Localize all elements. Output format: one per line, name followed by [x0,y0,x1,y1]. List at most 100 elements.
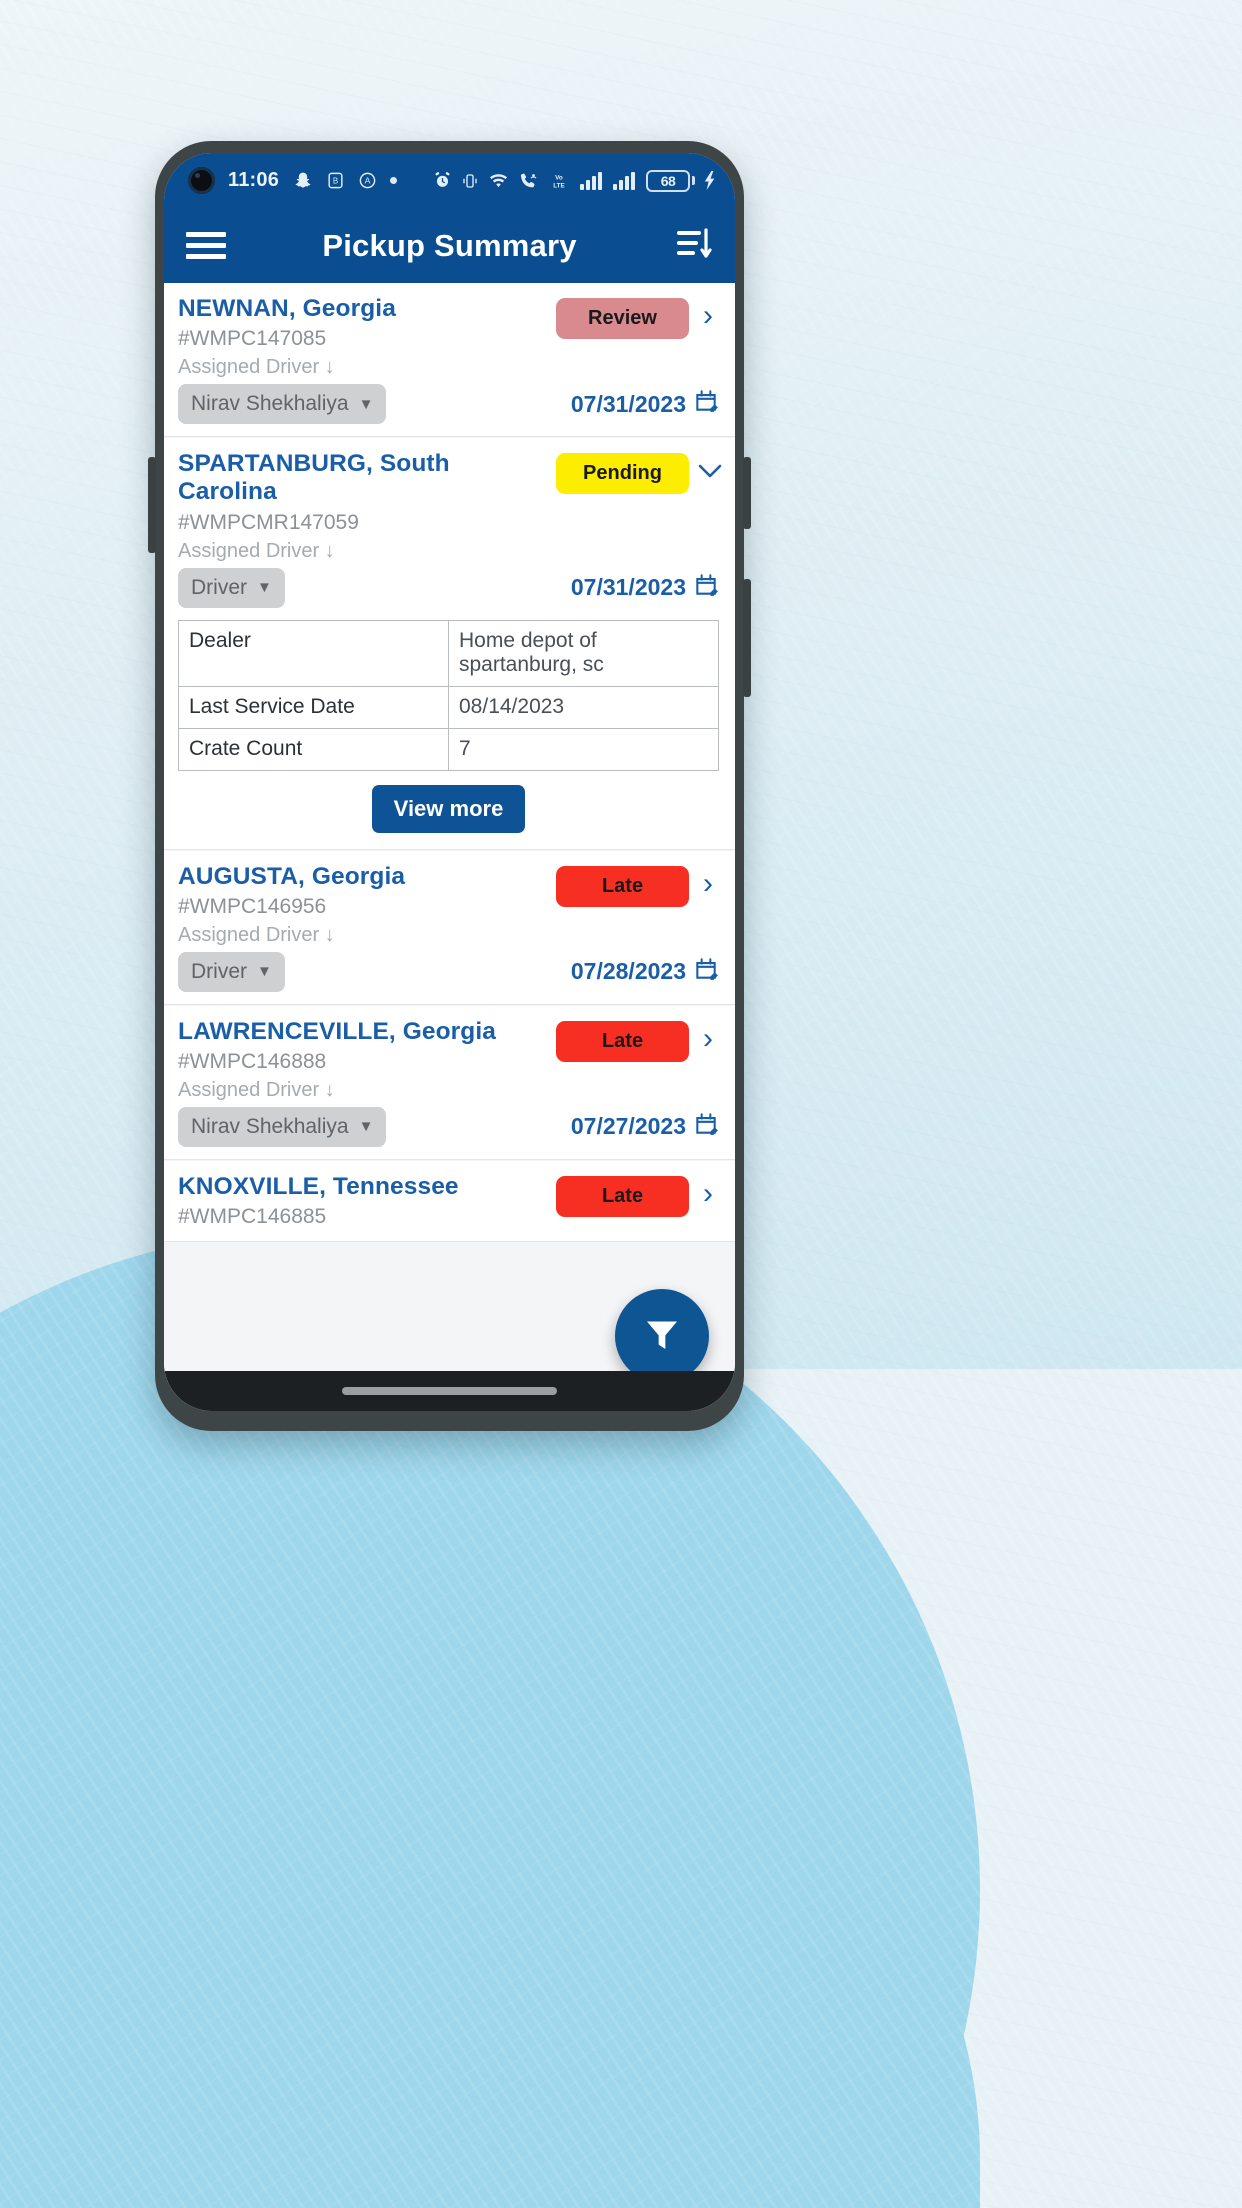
card-header: KNOXVILLE, Tennessee #WMPC146885 Late › [178,1173,719,1229]
charging-bolt-icon [704,171,717,190]
pickup-location: LAWRENCEVILLE, Georgia [178,1017,497,1045]
detail-value: Home depot of spartanburg, sc [448,619,719,688]
pickup-reference: #WMPC147085 [178,327,327,351]
pickup-list[interactable]: NEWNAN, Georgia #WMPC147085 Assigned Dri… [164,283,735,1411]
pickup-date-text: 07/27/2023 [570,1113,686,1140]
card-header: SPARTANBURG, South Carolina #WMPCMR14705… [178,450,722,562]
card-footer: Driver ▼ 07/28/2023 [178,951,719,992]
phone-volume-up-button[interactable] [743,457,751,529]
call-forward-icon [518,171,538,191]
pickup-card[interactable]: KNOXVILLE, Tennessee #WMPC146885 Late › [164,1160,735,1243]
pickup-date-text: 07/31/2023 [570,574,686,601]
status-bar-notification-icons: B A [293,171,398,191]
bixby-icon: B [326,171,345,190]
driver-select-value: Nirav Shekhaliya [191,1114,349,1138]
volte-icon: Vo LTE [547,172,571,190]
table-row: Crate Count 7 [178,727,719,771]
detail-value: 08/14/2023 [448,686,719,729]
signal-bars-sim1-icon [580,171,604,190]
wifi-icon [488,170,509,191]
signal-bars-sim2-icon [613,171,637,190]
pickup-card[interactable]: SPARTANBURG, South Carolina #WMPCMR14705… [164,438,735,850]
detail-key: Dealer [178,619,449,688]
assigned-driver-label: Assigned Driver ↓ [178,539,335,562]
table-row: Dealer Home depot of spartanburg, sc [178,619,719,688]
driver-select[interactable]: Nirav Shekhaliya ▼ [178,384,387,425]
svg-text:A: A [365,176,371,186]
card-info: AUGUSTA, Georgia #WMPC146956 Assigned Dr… [178,863,556,947]
status-badge[interactable]: Review [556,298,689,339]
card-footer: Driver ▼ 07/31/2023 [178,567,719,608]
card-status-area: Late › [556,1173,719,1217]
card-status-area: Late › [556,1018,719,1062]
assigned-driver-label: Assigned Driver ↓ [178,1078,335,1101]
pickup-date[interactable]: 07/31/2023 [571,572,719,604]
driver-select[interactable]: Driver ▼ [178,567,285,608]
status-badge[interactable]: Late [556,1020,689,1062]
card-info: SPARTANBURG, South Carolina #WMPCMR14705… [178,450,556,562]
hamburger-menu-icon[interactable] [186,232,226,259]
pickup-card[interactable]: LAWRENCEVILLE, Georgia #WMPC146888 Assig… [164,1005,735,1160]
card-info: NEWNAN, Georgia #WMPC147085 Assigned Dri… [178,295,556,379]
android-navigation-bar [164,1371,735,1411]
app-bar: Pickup Summary [164,208,735,283]
front-camera-punch-hole [188,167,215,194]
more-notifications-dot-icon [390,177,398,184]
calendar-edit-icon [693,956,719,988]
svg-text:Vo: Vo [555,174,563,181]
pickup-location: KNOXVILLE, Tennessee [178,1172,459,1200]
view-more-button[interactable]: View more [371,784,526,833]
card-footer: Nirav Shekhaliya ▼ 07/31/2023 [178,384,719,425]
detail-key: Crate Count [178,727,449,771]
assigned-driver-label: Assigned Driver ↓ [178,356,335,379]
chevron-down-icon: ▼ [257,579,272,597]
pickup-date[interactable]: 07/28/2023 [571,956,719,988]
pickup-location: AUGUSTA, Georgia [178,862,406,890]
calendar-edit-icon [693,572,719,604]
card-info: LAWRENCEVILLE, Georgia #WMPC146888 Assig… [178,1018,556,1102]
driver-select[interactable]: Driver ▼ [178,951,285,992]
card-header: NEWNAN, Georgia #WMPC147085 Assigned Dri… [178,295,719,379]
calendar-edit-icon [693,388,719,420]
chevron-right-icon[interactable]: › [697,866,719,899]
chevron-right-icon[interactable]: › [697,298,719,331]
status-badge[interactable]: Pending [556,453,689,495]
filter-funnel-icon [642,1314,682,1359]
card-status-area: Pending [556,450,722,495]
phone-frame: 11:06 B A Vo LTE 68 Pickup Summary NEWNA… [148,141,751,1431]
filter-fab-button[interactable] [615,1289,709,1383]
chevron-down-icon: ▼ [358,395,374,413]
driver-select[interactable]: Nirav Shekhaliya ▼ [178,1106,387,1147]
pickup-date-text: 07/31/2023 [570,390,686,417]
phone-screen: 11:06 B A Vo LTE 68 Pickup Summary NEWNA… [164,153,735,1411]
table-row: Last Service Date 08/14/2023 [178,686,719,729]
status-badge[interactable]: Late [556,1175,689,1217]
card-header: LAWRENCEVILLE, Georgia #WMPC146888 Assig… [178,1018,719,1102]
card-details: Dealer Home depot of spartanburg, sc Las… [178,619,719,837]
pickup-card[interactable]: AUGUSTA, Georgia #WMPC146956 Assigned Dr… [164,850,735,1005]
pickup-date-text: 07/28/2023 [570,958,686,985]
card-info: KNOXVILLE, Tennessee #WMPC146885 [178,1173,556,1229]
battery-tip [692,176,695,185]
detail-value: 7 [448,727,719,771]
alarm-icon [433,171,452,190]
phone-power-button[interactable] [743,579,751,697]
chevron-right-icon[interactable]: › [697,1021,719,1054]
phone-side-key[interactable] [148,457,156,553]
pickup-reference: #WMPC146885 [178,1205,327,1229]
pickup-card[interactable]: NEWNAN, Georgia #WMPC147085 Assigned Dri… [164,283,735,438]
pickup-location: NEWNAN, Georgia [178,295,396,322]
chevron-down-icon[interactable] [697,453,722,486]
page-title: Pickup Summary [322,227,577,263]
pickup-date[interactable]: 07/31/2023 [571,388,719,420]
chevron-right-icon[interactable]: › [697,1176,719,1209]
chevron-down-icon: ▼ [257,963,272,981]
battery-icon: 68 [646,169,695,192]
card-header: AUGUSTA, Georgia #WMPC146956 Assigned Dr… [178,863,719,947]
pickup-date[interactable]: 07/27/2023 [571,1111,719,1143]
gesture-pill[interactable] [342,1387,557,1395]
svg-text:B: B [333,177,338,186]
status-bar-system-icons: Vo LTE 68 [433,169,717,192]
status-badge[interactable]: Late [556,865,689,907]
sort-descending-icon[interactable] [673,222,715,269]
